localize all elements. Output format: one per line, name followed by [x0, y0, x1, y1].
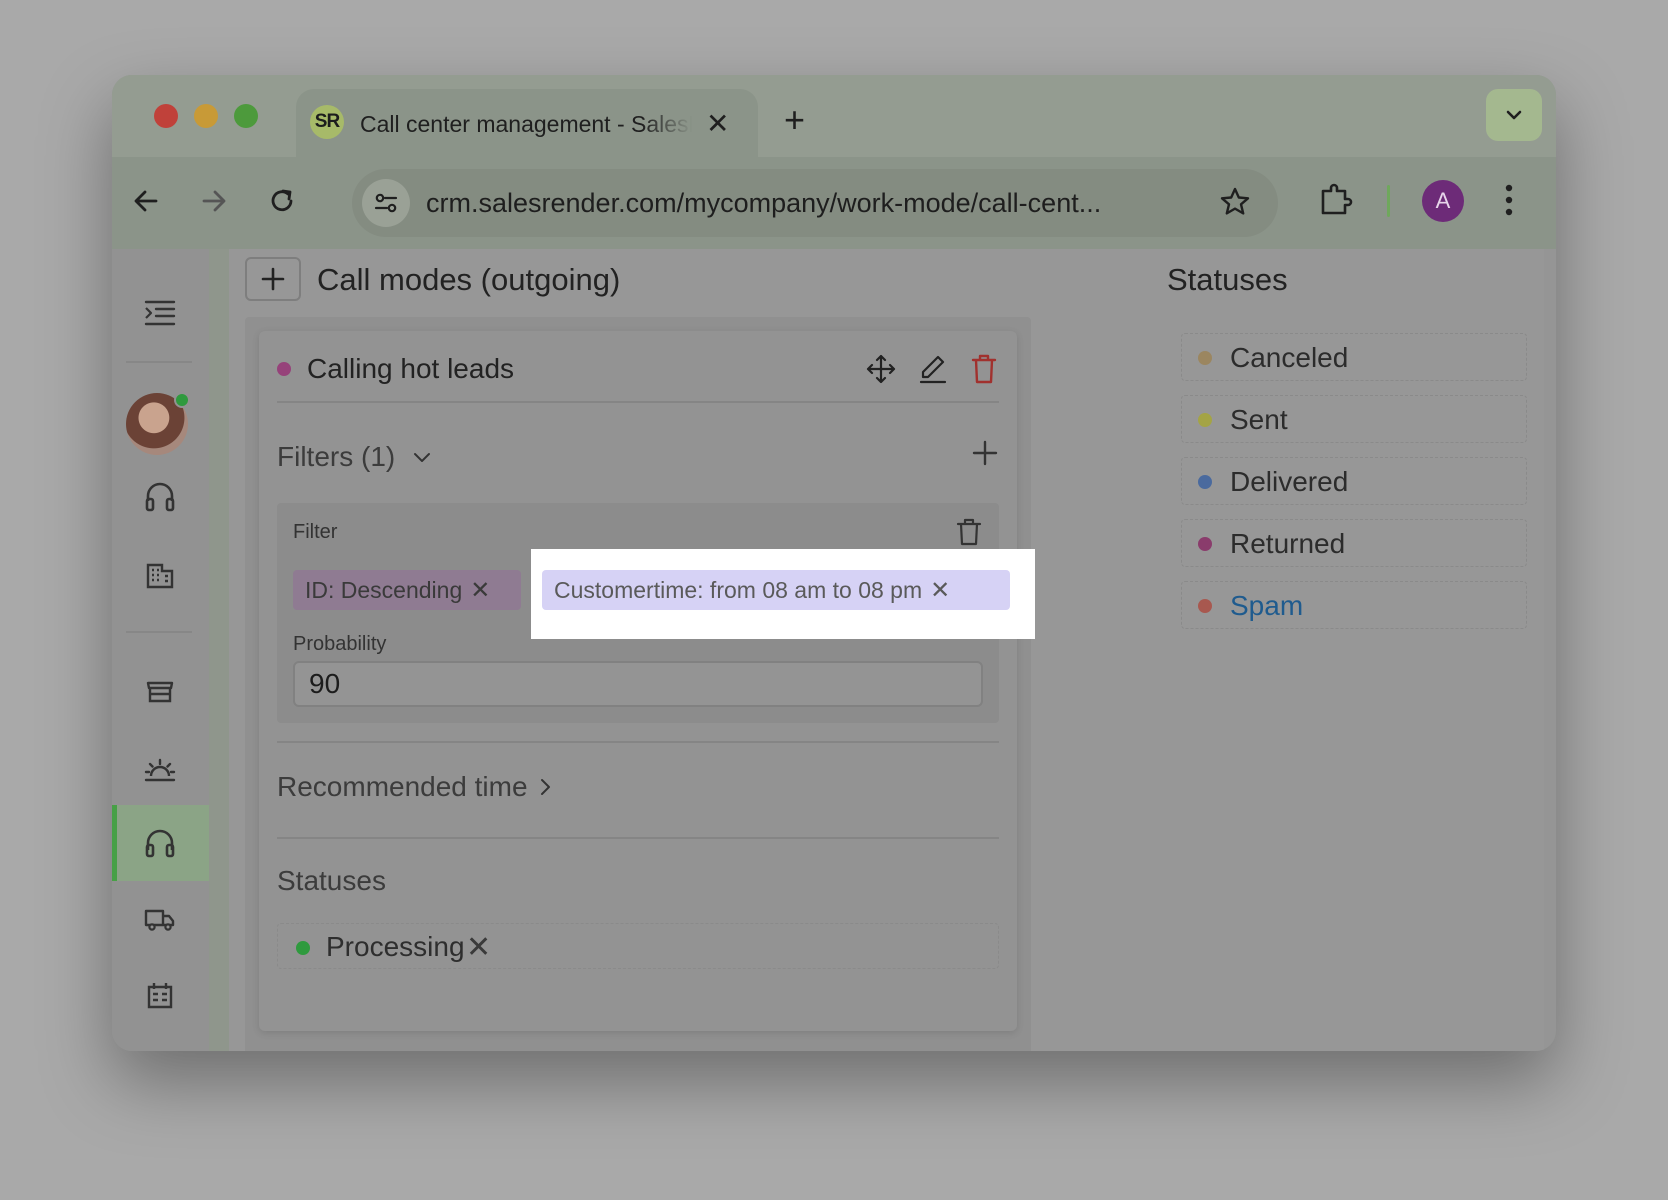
statuses-panel-title: Statuses	[1167, 262, 1288, 297]
calendar-building-icon[interactable]	[136, 973, 184, 1017]
headset-icon[interactable]	[136, 475, 184, 519]
status-dot	[296, 941, 310, 955]
arrow-left-icon	[134, 190, 158, 212]
back-button[interactable]	[126, 181, 166, 221]
nav-divider	[126, 631, 192, 633]
probability-label: Probability	[293, 633, 387, 655]
tab-search-button[interactable]	[1486, 89, 1542, 141]
edit-pencil-icon[interactable]	[917, 353, 949, 385]
move-icon[interactable]	[865, 353, 897, 385]
remove-tag-icon[interactable]: ✕	[930, 576, 950, 605]
salesrender-favicon-icon: SR	[310, 105, 344, 139]
menu-collapse-icon[interactable]	[136, 291, 184, 335]
status-dot	[1198, 537, 1212, 551]
trash-icon[interactable]	[955, 517, 983, 547]
building-icon[interactable]	[136, 553, 184, 597]
status-item-returned[interactable]: Returned	[1181, 519, 1527, 567]
extensions-puzzle-icon[interactable]	[1317, 181, 1355, 224]
filter-tag-text: ID: Descending	[305, 576, 463, 603]
filters-toggle[interactable]: Filters (1)	[277, 441, 395, 473]
main-area: Call modes (outgoing) Statuses Calling h…	[229, 249, 1544, 1051]
delete-trash-icon[interactable]	[969, 353, 999, 385]
status-item-sent[interactable]: Sent	[1181, 395, 1527, 443]
chevron-down-icon[interactable]	[411, 447, 433, 469]
status-dot	[1198, 351, 1212, 365]
arrow-right-icon	[202, 190, 226, 212]
filter-box: Filter ID: Descending ✕ Customertime: fr…	[277, 503, 1035, 723]
remove-tag-icon[interactable]: ✕	[470, 576, 490, 605]
card-statuses-label: Statuses	[277, 865, 386, 896]
profile-avatar[interactable]: A	[1422, 180, 1464, 222]
card-divider	[277, 401, 999, 403]
browser-tab[interactable]: SR Call center management - SalesRender …	[296, 89, 758, 157]
more-menu-icon[interactable]	[1502, 181, 1516, 224]
status-item-spam[interactable]: Spam	[1181, 581, 1527, 629]
card-divider	[277, 741, 999, 743]
probability-input[interactable]	[293, 661, 983, 707]
url-text[interactable]: crm.salesrender.com/mycompany/work-mode/…	[426, 188, 1186, 219]
card-title: Calling hot leads	[307, 353, 515, 384]
status-dot	[1198, 599, 1212, 613]
reload-button[interactable]	[262, 181, 302, 221]
nav-divider	[126, 361, 192, 363]
filter-tag-text: Customertime: from 08 am to 08 pm	[554, 576, 923, 603]
online-status-dot	[174, 392, 190, 408]
left-navigation	[112, 249, 209, 1051]
chevron-right-icon[interactable]	[535, 777, 555, 797]
headphones-icon[interactable]	[136, 821, 184, 865]
card-status-chip[interactable]: Processing ✕	[277, 923, 999, 969]
chevron-down-icon	[1506, 110, 1522, 120]
card-color-dot	[277, 362, 291, 376]
status-item-text: Delivered	[1230, 466, 1349, 497]
status-item-delivered[interactable]: Delivered	[1181, 457, 1527, 505]
filter-tag-highlighted[interactable]: Customertime: from 08 am to 08 pm ✕	[542, 570, 1010, 610]
card-divider	[277, 837, 999, 839]
tab-strip: SR Call center management - SalesRender …	[112, 75, 1556, 157]
status-item-text: Spam	[1230, 590, 1304, 621]
reload-icon	[271, 189, 293, 212]
close-window-button[interactable]	[154, 104, 178, 128]
recommended-time-toggle[interactable]: Recommended time	[277, 771, 528, 803]
store-icon[interactable]	[136, 669, 184, 713]
status-item-text: Sent	[1230, 404, 1288, 435]
tab-title: Call center management - SalesRender	[360, 111, 692, 137]
status-dot	[1198, 475, 1212, 489]
filter-tag[interactable]: ID: Descending ✕	[293, 570, 521, 610]
address-bar[interactable]: crm.salesrender.com/mycompany/work-mode/…	[352, 169, 1278, 237]
status-dot	[1198, 413, 1212, 427]
background-map-strip	[209, 249, 229, 1051]
card-actions	[865, 353, 999, 385]
add-filter-icon[interactable]	[971, 439, 999, 467]
minimize-window-button[interactable]	[194, 104, 218, 128]
status-item-text: Canceled	[1230, 342, 1349, 373]
maximize-window-button[interactable]	[234, 104, 258, 128]
filter-label: Filter	[293, 521, 338, 543]
page-content: Call modes (outgoing) Statuses Calling h…	[112, 249, 1556, 1051]
toolbar-separator	[1387, 185, 1390, 217]
status-item-text: Returned	[1230, 528, 1346, 559]
sunset-icon[interactable]	[136, 749, 184, 793]
add-call-mode-button[interactable]	[245, 257, 301, 301]
remove-status-icon[interactable]: ✕	[466, 930, 491, 965]
browser-window: SR Call center management - SalesRender …	[112, 75, 1556, 1051]
browser-toolbar: crm.salesrender.com/mycompany/work-mode/…	[112, 157, 1556, 249]
status-item-canceled[interactable]: Canceled	[1181, 333, 1527, 381]
bookmark-star-icon[interactable]	[1218, 185, 1252, 224]
section-title: Call modes (outgoing)	[317, 262, 621, 297]
call-mode-card: Calling hot leads Filters (1) Filter ID:…	[259, 331, 1035, 1031]
truck-icon[interactable]	[136, 897, 184, 941]
tab-close-icon[interactable]: ✕	[706, 109, 729, 139]
status-chip-text: Processing	[326, 931, 465, 962]
plus-icon	[261, 267, 285, 291]
forward-button[interactable]	[194, 181, 234, 221]
new-tab-button[interactable]: +	[784, 102, 805, 138]
site-settings-icon[interactable]	[362, 179, 410, 227]
